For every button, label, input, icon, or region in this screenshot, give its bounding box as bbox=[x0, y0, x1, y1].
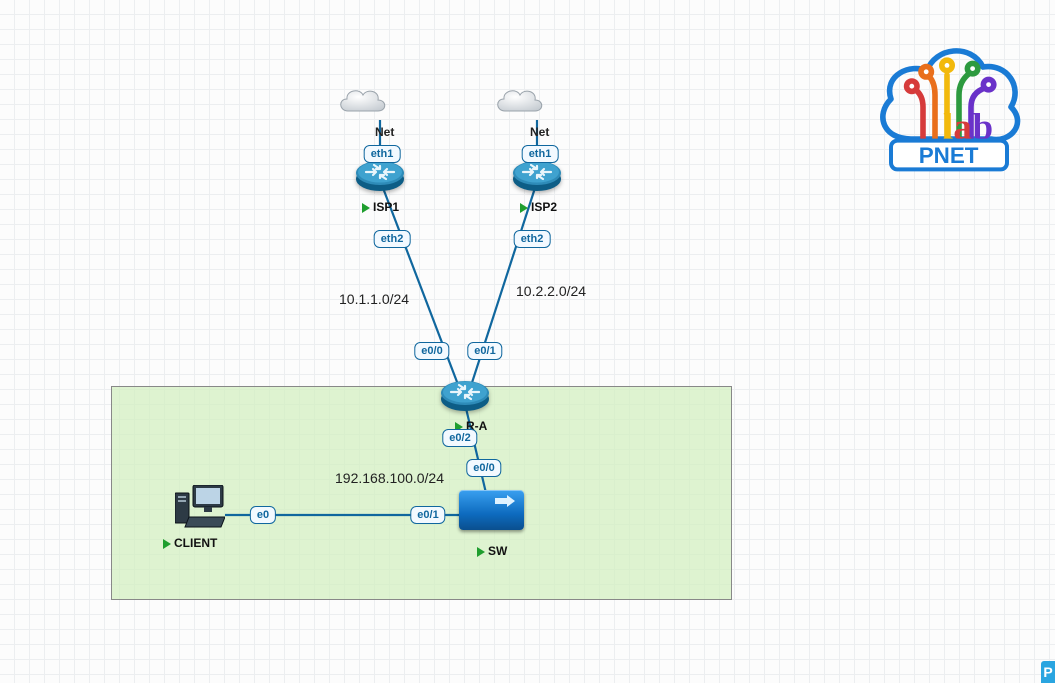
port-badge-cl_e0[interactable]: e0 bbox=[250, 506, 276, 524]
port-badge-ra_e02[interactable]: e0/2 bbox=[442, 429, 477, 447]
port-badge-isp1_eth1[interactable]: eth1 bbox=[364, 145, 401, 163]
port-badge-isp2_eth1[interactable]: eth1 bbox=[522, 145, 559, 163]
port-badge-ra_e01[interactable]: e0/1 bbox=[467, 342, 502, 360]
switch-device-sw[interactable] bbox=[459, 490, 524, 530]
cloud-net-cloud2[interactable] bbox=[493, 85, 545, 124]
router-device-ra[interactable] bbox=[439, 377, 491, 418]
client-pc-device[interactable] bbox=[175, 485, 225, 536]
bottom-right-badge[interactable]: P bbox=[1041, 661, 1055, 683]
subnet-label-n2: 10.2.2.0/24 bbox=[516, 283, 586, 299]
logo-text: PNET bbox=[919, 143, 979, 168]
cloud-label-cloud2: Net bbox=[530, 125, 549, 139]
port-badge-isp1_eth2[interactable]: eth2 bbox=[374, 230, 411, 248]
subnet-label-n1: 10.1.1.0/24 bbox=[339, 291, 409, 307]
port-badge-isp2_eth2[interactable]: eth2 bbox=[514, 230, 551, 248]
run-indicator-icon bbox=[362, 203, 370, 213]
run-indicator-icon bbox=[477, 547, 485, 557]
port-badge-sw_e00[interactable]: e0/0 bbox=[466, 459, 501, 477]
run-indicator-icon bbox=[520, 203, 528, 213]
run-indicator-icon bbox=[163, 539, 171, 549]
subnet-label-n3: 192.168.100.0/24 bbox=[335, 470, 444, 486]
pnet-logo: l a b PNET bbox=[867, 14, 1027, 189]
router-device-isp2[interactable] bbox=[511, 157, 563, 198]
cloud-label-cloud1: Net bbox=[375, 125, 394, 139]
router-device-isp1[interactable] bbox=[354, 157, 406, 198]
cloud-net-cloud1[interactable] bbox=[336, 85, 388, 124]
device-label-client: CLIENT bbox=[163, 536, 217, 550]
port-badge-sw_e01[interactable]: e0/1 bbox=[410, 506, 445, 524]
device-label-sw: SW bbox=[477, 544, 507, 558]
port-badge-ra_e00[interactable]: e0/0 bbox=[414, 342, 449, 360]
device-label-isp2: ISP2 bbox=[520, 200, 557, 214]
device-label-isp1: ISP1 bbox=[362, 200, 399, 214]
